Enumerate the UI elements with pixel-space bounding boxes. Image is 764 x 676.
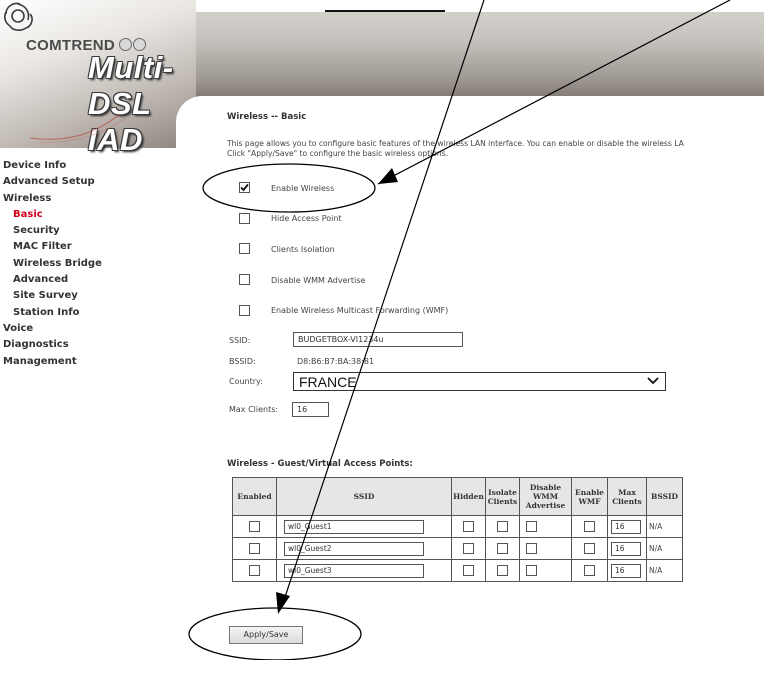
country-label: Country:: [229, 377, 263, 386]
country-select[interactable]: FRANCE: [293, 372, 666, 391]
guest-wmf-checkbox[interactable]: [584, 543, 595, 554]
guest-disable-wmm-checkbox[interactable]: [526, 565, 537, 576]
guest-hidden-checkbox[interactable]: [463, 543, 474, 554]
col-header-enable-wmf: Enable WMF: [571, 477, 608, 516]
hide-access-point-checkbox[interactable]: [239, 213, 250, 224]
table-row: wl0_Guest3 16 N/A: [232, 559, 683, 582]
col-header-disable-wmm: Disable WMM Advertise: [519, 477, 572, 516]
col-header-hidden: Hidden: [451, 477, 486, 516]
guest-enabled-checkbox[interactable]: [249, 565, 260, 576]
ssid-label: SSID:: [229, 336, 251, 345]
guest-ssid-input[interactable]: wl0_Guest3: [284, 563, 424, 578]
guest-max-clients-input[interactable]: 16: [611, 541, 641, 556]
page-description: This page allows you to configure basic …: [227, 139, 684, 159]
country-select-value: FRANCE: [299, 374, 357, 390]
guest-wmf-checkbox[interactable]: [584, 521, 595, 532]
clients-isolation-checkbox[interactable]: [239, 243, 250, 254]
ssid-input[interactable]: BUDGETBOX-VI1234u: [293, 332, 463, 347]
disable-wmm-advertise-label: Disable WMM Advertise: [271, 276, 366, 285]
sidebar-item-advanced[interactable]: Advanced: [0, 272, 176, 288]
col-header-max-clients: Max Clients: [607, 477, 647, 516]
sidebar-item-voice[interactable]: Voice: [0, 321, 176, 337]
guest-isolate-checkbox[interactable]: [497, 543, 508, 554]
bssid-label: BSSID:: [229, 357, 256, 366]
page-title: Wireless -- Basic: [227, 112, 307, 122]
guest-bssid: N/A: [646, 559, 683, 582]
enable-wireless-label: Enable Wireless: [271, 184, 335, 193]
checkmark-icon: [240, 183, 249, 192]
bssid-value: D8:B6:B7:BA:38:81: [297, 357, 375, 366]
logo-area: COMTREND Multi-DSL IAD: [0, 0, 196, 157]
col-header-bssid: BSSID: [646, 477, 683, 516]
sidebar-item-security[interactable]: Security: [0, 223, 176, 239]
enable-wmf-checkbox[interactable]: [239, 305, 250, 316]
hide-access-point-label: Hide Access Point: [271, 214, 342, 223]
enable-wireless-checkbox[interactable]: [239, 182, 250, 193]
guest-isolate-checkbox[interactable]: [497, 565, 508, 576]
col-header-ssid: SSID: [276, 477, 452, 516]
sidebar-item-wireless[interactable]: Wireless: [0, 191, 176, 207]
enable-wmf-label: Enable Wireless Multicast Forwarding (WM…: [271, 306, 449, 315]
max-clients-label: Max Clients:: [229, 405, 279, 414]
guest-isolate-checkbox[interactable]: [497, 521, 508, 532]
sidebar-item-station-info[interactable]: Station Info: [0, 305, 176, 321]
max-clients-input[interactable]: 16: [292, 402, 329, 417]
guest-enabled-checkbox[interactable]: [249, 543, 260, 554]
sidebar-item-management[interactable]: Management: [0, 354, 176, 370]
guest-bssid: N/A: [646, 515, 683, 538]
swoosh-decoration: [30, 113, 127, 143]
page-description-line: Click "Apply/Save" to configure the basi…: [227, 149, 449, 158]
sidebar-item-device-info[interactable]: Device Info: [0, 158, 176, 174]
col-header-isolate-clients: Isolate Clients: [485, 477, 520, 516]
guest-wmf-checkbox[interactable]: [584, 565, 595, 576]
guest-ap-table: Enabled SSID Hidden Isolate Clients Disa…: [232, 477, 683, 582]
sidebar-item-mac-filter[interactable]: MAC Filter: [0, 239, 176, 255]
guest-hidden-checkbox[interactable]: [463, 565, 474, 576]
guest-bssid: N/A: [646, 537, 683, 560]
header-underline: [325, 10, 445, 12]
col-header-enabled: Enabled: [232, 477, 277, 516]
sidebar-item-wireless-bridge[interactable]: Wireless Bridge: [0, 256, 176, 272]
sidebar-item-site-survey[interactable]: Site Survey: [0, 288, 176, 304]
guest-enabled-checkbox[interactable]: [249, 521, 260, 532]
guest-max-clients-input[interactable]: 16: [611, 519, 641, 534]
guest-ap-title: Wireless - Guest/Virtual Access Points:: [227, 459, 413, 469]
guest-max-clients-input[interactable]: 16: [611, 563, 641, 578]
disable-wmm-advertise-checkbox[interactable]: [239, 274, 250, 285]
chevron-down-icon: [647, 377, 659, 385]
guest-ssid-input[interactable]: wl0_Guest1: [284, 519, 424, 534]
guest-disable-wmm-checkbox[interactable]: [526, 543, 537, 554]
guest-disable-wmm-checkbox[interactable]: [526, 521, 537, 532]
sidebar-item-advanced-setup[interactable]: Advanced Setup: [0, 174, 176, 190]
sidebar-nav: Device Info Advanced Setup Wireless Basi…: [0, 158, 176, 370]
table-row: wl0_Guest2 16 N/A: [232, 537, 683, 560]
sidebar-item-basic[interactable]: Basic: [0, 207, 176, 223]
guest-ssid-input[interactable]: wl0_Guest2: [284, 541, 424, 556]
table-row: wl0_Guest1 16 N/A: [232, 515, 683, 538]
brand-swirl-icon: [4, 2, 33, 31]
guest-hidden-checkbox[interactable]: [463, 521, 474, 532]
clients-isolation-label: Clients Isolation: [271, 245, 335, 254]
header-top-strip: [188, 0, 764, 12]
sidebar-item-diagnostics[interactable]: Diagnostics: [0, 337, 176, 353]
apply-save-button[interactable]: Apply/Save: [229, 626, 303, 644]
page-description-line: This page allows you to configure basic …: [227, 139, 684, 148]
